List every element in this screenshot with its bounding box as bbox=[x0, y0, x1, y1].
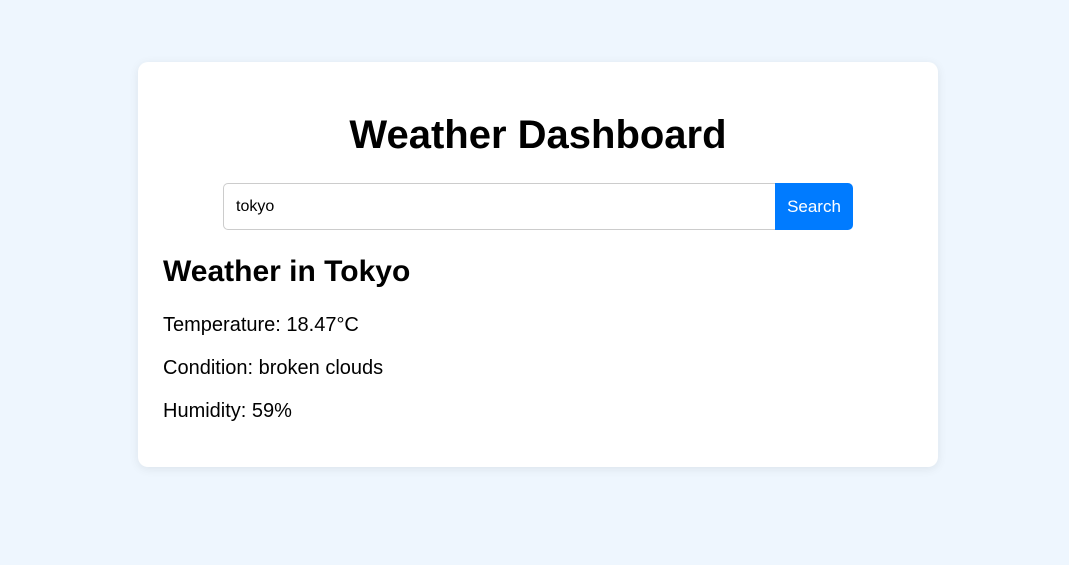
humidity-text: Humidity: 59% bbox=[163, 400, 292, 422]
page-title: Weather Dashboard bbox=[349, 113, 727, 157]
condition-text: Condition: broken clouds bbox=[163, 357, 384, 379]
weather-result: Weather in Tokyo Temperature: 18.47°C Co… bbox=[163, 254, 913, 422]
city-search-input[interactable] bbox=[223, 183, 775, 230]
search-button[interactable]: Search bbox=[775, 183, 853, 230]
search-bar: Search bbox=[223, 183, 853, 230]
temperature-text: Temperature: 18.47°C bbox=[163, 314, 359, 336]
result-heading: Weather in Tokyo bbox=[163, 255, 411, 288]
weather-card: Weather Dashboard Search Weather in Toky… bbox=[138, 62, 938, 467]
